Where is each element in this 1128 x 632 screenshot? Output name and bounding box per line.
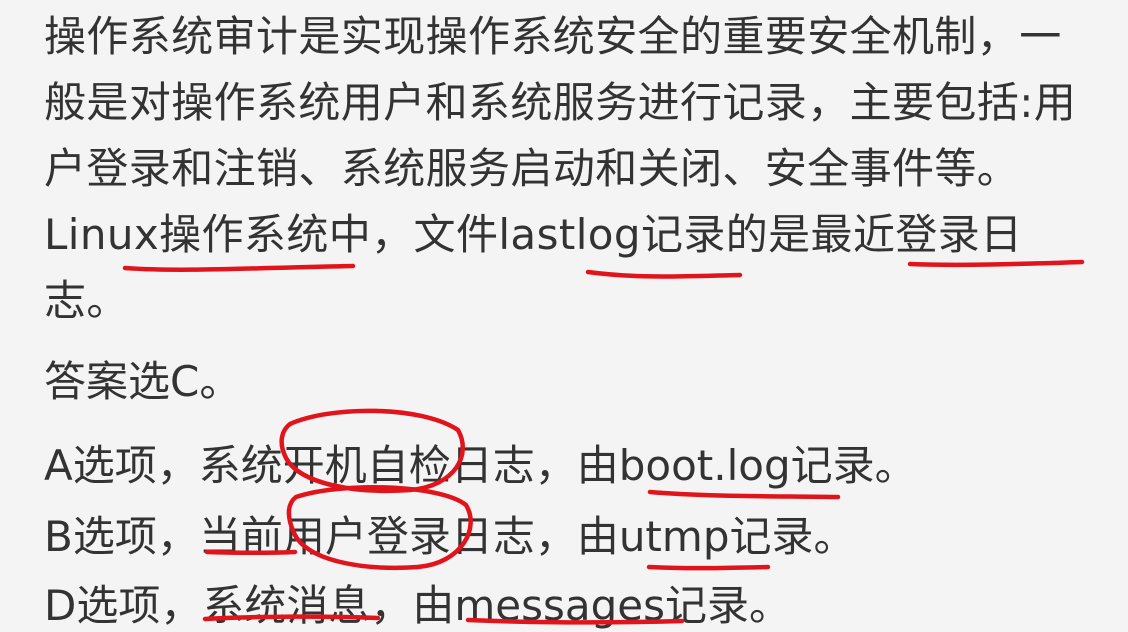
answer-line: 答案选C。 <box>44 357 242 406</box>
option-d-explanation: D选项，系统消息，由messages记录。 <box>44 581 791 630</box>
underline-utmp <box>646 564 771 571</box>
explanation-content: 操作系统审计是实现操作系统安全的重要安全机制，一般是对操作系统用户和系统服务进行… <box>44 4 1094 630</box>
option-b-explanation: B选项，当前用户登录日志，由utmp记录。 <box>44 512 856 561</box>
option-a-explanation: A选项，系统开机自检日志，由boot.log记录。 <box>44 441 917 490</box>
explanation-screenshot: 操作系统审计是实现操作系统安全的重要安全机制，一般是对操作系统用户和系统服务进行… <box>0 0 1128 632</box>
explanation-paragraph: 操作系统审计是实现操作系统安全的重要安全机制，一般是对操作系统用户和系统服务进行… <box>44 12 1077 325</box>
